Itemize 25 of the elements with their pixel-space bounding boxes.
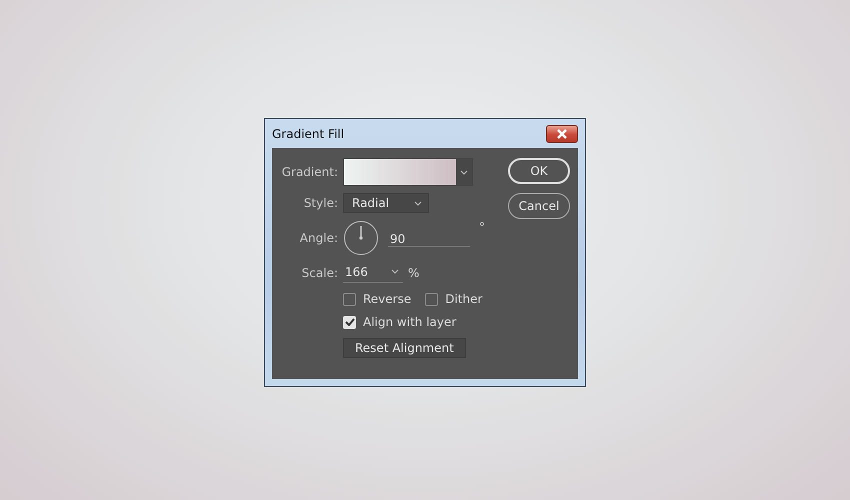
field-label: Gradient:	[280, 165, 338, 179]
reset-alignment-button[interactable]: Reset Alignment	[343, 338, 466, 358]
caret-icon	[460, 170, 468, 175]
unit-label: %	[408, 266, 420, 280]
close-icon	[555, 128, 569, 138]
ok-button[interactable]: OK	[508, 158, 570, 184]
caret-icon	[391, 269, 399, 274]
style-dropdown[interactable]: Radial	[343, 193, 429, 213]
angle-field[interactable]: 90	[388, 229, 470, 247]
scale-field[interactable]: 166	[343, 263, 403, 283]
field-label: Style:	[302, 196, 338, 210]
close-button[interactable]	[546, 124, 578, 142]
checkbox[interactable]	[425, 292, 438, 306]
cancel-button[interactable]: Cancel	[508, 193, 570, 219]
checkbox[interactable]	[343, 292, 356, 306]
field-label: Angle:	[298, 231, 338, 245]
checkbox-label: Dither	[445, 292, 482, 306]
checkbox-label: Reverse	[363, 292, 412, 306]
angle-dial[interactable]	[343, 220, 379, 256]
unit-label: °	[479, 220, 485, 234]
field-label: Scale:	[300, 266, 338, 280]
window-title: Gradient Fill	[272, 126, 344, 140]
gradient-picker[interactable]	[343, 158, 473, 186]
checkbox-label: Align with layer	[363, 315, 456, 329]
caret-icon	[414, 200, 422, 206]
